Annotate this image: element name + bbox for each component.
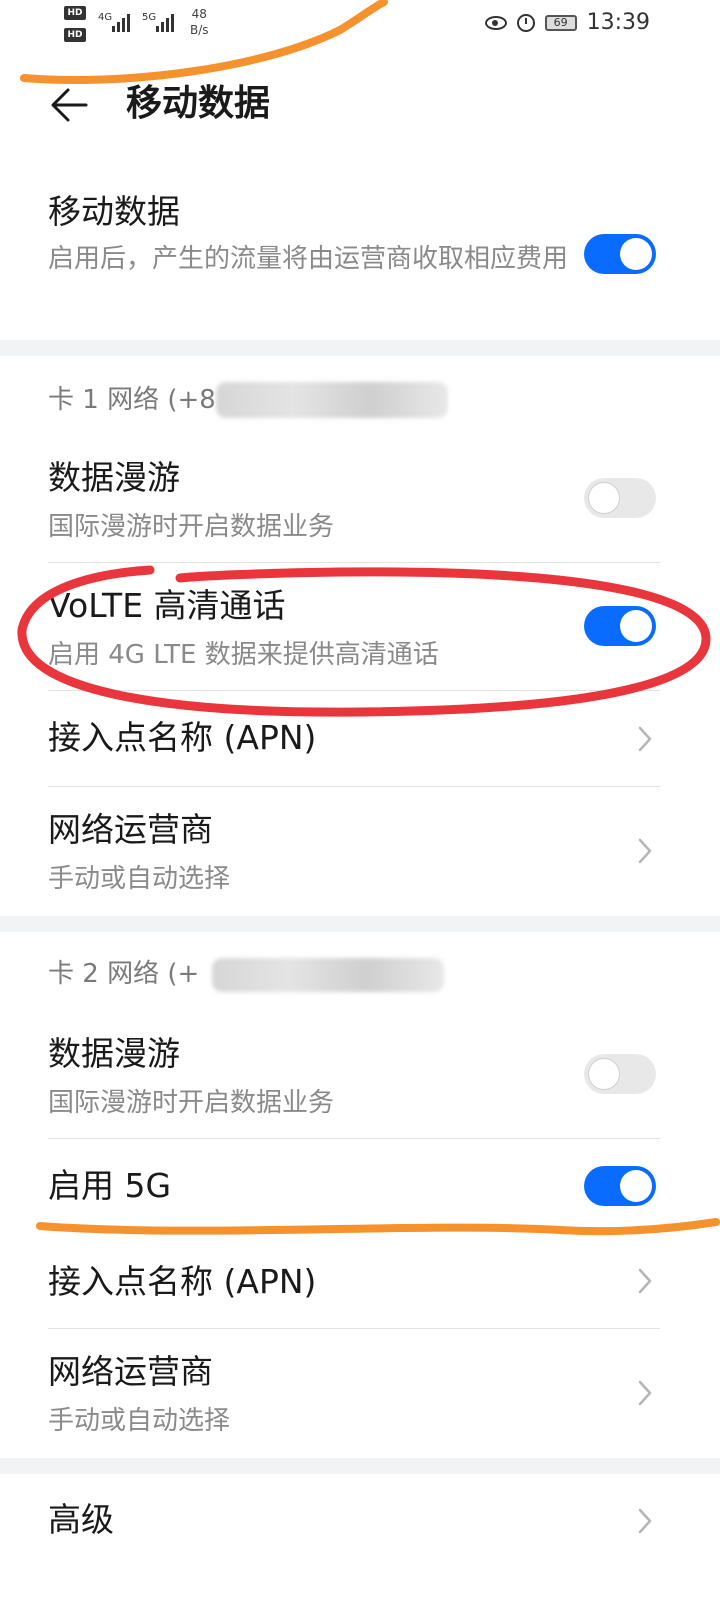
chevron-right-icon (638, 1268, 652, 1294)
divider (48, 690, 660, 691)
divider (48, 1328, 660, 1329)
chevron-right-icon (638, 1380, 652, 1406)
sim2-apn-label: 接入点名称 (APN) (48, 1262, 317, 1301)
volte-title: VoLTE 高清通话 (48, 586, 286, 625)
enable-5g-label: 启用 5G (48, 1166, 172, 1205)
sim1-roaming-toggle[interactable] (584, 478, 656, 518)
mobile-data-toggle[interactable] (584, 234, 656, 274)
chevron-right-icon (638, 1508, 652, 1534)
back-arrow-icon[interactable] (46, 82, 92, 128)
enable-5g-row[interactable]: 启用 5G (0, 1140, 720, 1232)
sim1-carrier-subtitle: 手动或自动选择 (48, 864, 231, 894)
network-speed: 48 B/s (190, 7, 209, 37)
sim2-carrier-row[interactable]: 网络运营商 手动或自动选择 (0, 1346, 720, 1456)
divider (48, 786, 660, 787)
sim2-data-roaming-row[interactable]: 数据漫游 国际漫游时开启数据业务 (0, 1030, 720, 1136)
sim1-carrier-title: 网络运营商 (48, 810, 213, 849)
sim1-roaming-subtitle: 国际漫游时开启数据业务 (48, 512, 335, 542)
status-time: 13:39 (586, 10, 650, 35)
page-title: 移动数据 (126, 83, 271, 124)
sim1-data-roaming-row[interactable]: 数据漫游 国际漫游时开启数据业务 (0, 456, 720, 562)
sim1-apn-label: 接入点名称 (APN) (48, 718, 317, 757)
sim2-roaming-subtitle: 国际漫游时开启数据业务 (48, 1088, 335, 1118)
advanced-row[interactable]: 高级 (0, 1476, 720, 1572)
enable-5g-toggle[interactable] (584, 1166, 656, 1206)
section-separator (0, 1458, 720, 1474)
sim1-roaming-title: 数据漫游 (48, 458, 180, 497)
volte-subtitle: 启用 4G LTE 数据来提供高清通话 (48, 640, 439, 670)
status-bar: HD 1 HD 2 4G 5G 48 B/s 69 13:39 (0, 0, 720, 54)
sim1-carrier-row[interactable]: 网络运营商 手动或自动选择 (0, 804, 720, 914)
sim2-roaming-toggle[interactable] (584, 1054, 656, 1094)
sim1-network-type: 4G (98, 12, 113, 23)
sim2-carrier-subtitle: 手动或自动选择 (48, 1406, 231, 1436)
mobile-data-row[interactable]: 移动数据 启用后，产生的流量将由运营商收取相应费用 (0, 186, 720, 336)
redacted-phone-number (216, 382, 448, 418)
mobile-data-title: 移动数据 (48, 192, 180, 231)
battery-icon: 69 (544, 14, 577, 31)
hd1-badge: HD 1 (64, 6, 86, 32)
eye-comfort-icon (484, 15, 507, 30)
sim2-network-type: 5G (142, 12, 157, 23)
mobile-data-subtitle: 启用后，产生的流量将由运营商收取相应费用 (48, 244, 569, 274)
section-separator (0, 916, 720, 932)
hd2-badge: HD 2 (64, 28, 86, 54)
alarm-icon (516, 13, 535, 32)
volte-toggle[interactable] (584, 606, 656, 646)
sim1-apn-row[interactable]: 接入点名称 (APN) (0, 692, 720, 786)
sim2-apn-row[interactable]: 接入点名称 (APN) (0, 1236, 720, 1328)
sim2-roaming-title: 数据漫游 (48, 1034, 180, 1073)
sim1-volte-row[interactable]: VoLTE 高清通话 启用 4G LTE 数据来提供高清通话 (0, 584, 720, 690)
divider (48, 1138, 660, 1139)
advanced-label: 高级 (48, 1500, 114, 1539)
sim2-carrier-title: 网络运营商 (48, 1352, 213, 1391)
redacted-phone-number (212, 958, 444, 992)
section-separator (0, 340, 720, 356)
divider (48, 562, 660, 563)
chevron-right-icon (638, 838, 652, 864)
sim1-signal-icon (112, 12, 130, 32)
sim2-signal-icon (156, 12, 174, 32)
chevron-right-icon (638, 726, 652, 752)
sim1-section-header: 卡 1 网络 (+8 (48, 385, 216, 415)
